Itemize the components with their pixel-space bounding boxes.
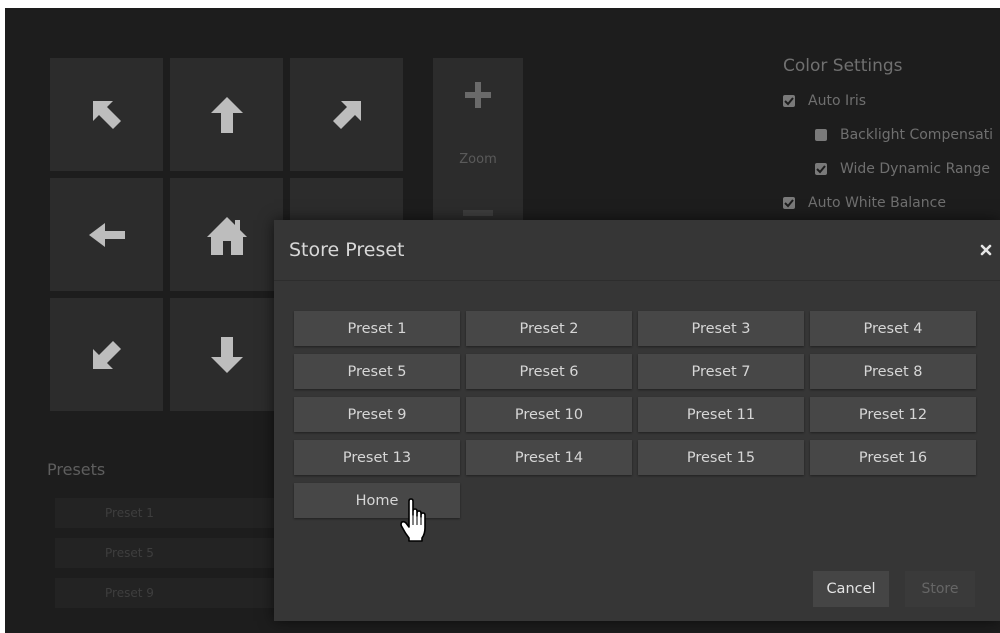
home-icon (206, 216, 247, 255)
preset-button-6[interactable]: Preset 6 (466, 354, 632, 389)
home-button[interactable] (170, 178, 283, 291)
preset-button-5[interactable]: Preset 5 (294, 354, 460, 389)
hand-pointer-icon (400, 498, 426, 542)
preset-button-4[interactable]: Preset 4 (810, 311, 976, 346)
auto-iris-label: Auto Iris (808, 93, 867, 109)
backlight-compensation-checkbox[interactable] (815, 129, 827, 141)
zoom-out-icon[interactable] (463, 210, 493, 216)
arrow-down-icon (210, 336, 243, 373)
zoom-label: Zoom (459, 152, 497, 167)
preset-button-3[interactable]: Preset 3 (638, 311, 804, 346)
checkmark-icon (784, 199, 794, 208)
preset-button-13[interactable]: Preset 13 (294, 440, 460, 475)
backlight-compensation-option[interactable]: Backlight Compensati (783, 118, 1000, 152)
store-button[interactable]: Store (905, 571, 975, 607)
dialog-header: Store Preset (274, 220, 1000, 281)
presets-list-item[interactable]: Preset 9 (55, 578, 275, 608)
preset-button-9[interactable]: Preset 9 (294, 397, 460, 432)
preset-button-15[interactable]: Preset 15 (638, 440, 804, 475)
checkmark-icon (816, 165, 826, 174)
camera-control-page: Zoom Color Settings Auto Iris Backlight … (5, 8, 1000, 633)
arrow-up-icon (210, 96, 243, 133)
preset-button-11[interactable]: Preset 11 (638, 397, 804, 432)
arrow-up-left-icon (92, 100, 121, 129)
presets-list-item[interactable]: Preset 5 (55, 538, 275, 568)
tilt-up-button[interactable] (170, 58, 283, 171)
dialog-title: Store Preset (289, 239, 405, 261)
preset-grid: Preset 1 Preset 2 Preset 3 Preset 4 Pres… (294, 311, 976, 518)
arrow-up-right-icon (332, 100, 361, 129)
preset-button-14[interactable]: Preset 14 (466, 440, 632, 475)
wide-dynamic-range-checkbox[interactable] (815, 163, 827, 175)
wide-dynamic-range-option[interactable]: Wide Dynamic Range (783, 152, 1000, 186)
pan-down-left-button[interactable] (50, 298, 163, 411)
color-settings-panel: Color Settings Auto Iris Backlight Compe… (783, 56, 1000, 220)
auto-white-balance-checkbox[interactable] (783, 197, 795, 209)
presets-list-item[interactable]: Preset 1 (55, 498, 275, 528)
preset-button-12[interactable]: Preset 12 (810, 397, 976, 432)
preset-button-2[interactable]: Preset 2 (466, 311, 632, 346)
preset-button-8[interactable]: Preset 8 (810, 354, 976, 389)
auto-iris-checkbox[interactable] (783, 95, 795, 107)
checkmark-icon (784, 97, 794, 106)
arrow-down-left-icon (92, 340, 121, 369)
zoom-panel: Zoom (433, 58, 523, 228)
close-button[interactable] (978, 242, 994, 258)
pan-up-right-button[interactable] (290, 58, 403, 171)
pan-left-button[interactable] (50, 178, 163, 291)
color-settings-title: Color Settings (783, 56, 903, 76)
pan-up-left-button[interactable] (50, 58, 163, 171)
close-icon (980, 244, 992, 256)
wide-dynamic-range-label: Wide Dynamic Range (840, 161, 990, 177)
dialog-footer: Cancel Store (813, 571, 975, 607)
backlight-compensation-label: Backlight Compensati (840, 127, 994, 143)
preset-button-1[interactable]: Preset 1 (294, 311, 460, 346)
cancel-button[interactable]: Cancel (813, 571, 889, 607)
tilt-down-button[interactable] (170, 298, 283, 411)
auto-white-balance-option[interactable]: Auto White Balance (783, 186, 1000, 220)
zoom-in-icon[interactable] (463, 80, 493, 110)
auto-iris-option[interactable]: Auto Iris (783, 84, 1000, 118)
preset-button-7[interactable]: Preset 7 (638, 354, 804, 389)
preset-button-16[interactable]: Preset 16 (810, 440, 976, 475)
presets-title: Presets (47, 460, 106, 479)
preset-button-home[interactable]: Home (294, 483, 460, 518)
arrow-left-icon (88, 222, 125, 247)
store-preset-dialog: Store Preset Preset 1 Preset 2 Preset 3 … (274, 220, 1000, 621)
preset-button-10[interactable]: Preset 10 (466, 397, 632, 432)
auto-white-balance-label: Auto White Balance (808, 195, 946, 211)
